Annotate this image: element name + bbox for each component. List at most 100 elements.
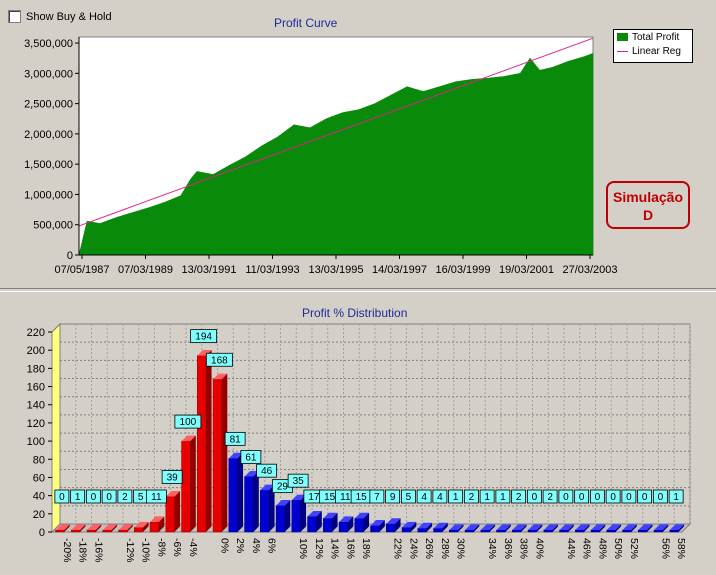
legend-item-total-profit: Total Profit xyxy=(614,30,692,44)
bar-side xyxy=(284,500,291,532)
bar-side xyxy=(221,373,228,532)
bar-front xyxy=(527,529,537,533)
bar-front xyxy=(149,521,159,533)
bar xyxy=(181,435,196,533)
bar-front xyxy=(606,529,616,533)
bar-side xyxy=(253,470,259,532)
bar-front xyxy=(228,458,238,533)
x-tick-label: 14/03/1997 xyxy=(372,264,427,276)
data-label: 1 xyxy=(453,492,459,503)
x-tick-label: 07/05/1987 xyxy=(54,264,109,276)
x-tick-label: 12% xyxy=(313,538,325,559)
bar-front xyxy=(134,527,144,533)
bar-front xyxy=(590,529,600,533)
x-tick-label: 28% xyxy=(439,538,451,559)
legend-total-label: Total Profit xyxy=(632,31,680,43)
legend-reg-label: Linear Reg xyxy=(632,45,681,57)
y-tick-label: 180 xyxy=(27,363,45,375)
bar-front xyxy=(275,505,285,533)
data-label: 11 xyxy=(151,492,162,503)
data-label: 0 xyxy=(610,492,616,503)
x-tick-label: 34% xyxy=(486,538,498,559)
stamp-line-2: D xyxy=(642,207,654,223)
bar-front xyxy=(260,489,270,533)
profit-curve-legend: Total Profit Linear Reg xyxy=(613,29,693,63)
y-tick-label: 120 xyxy=(27,418,45,430)
y-tick-label: 40 xyxy=(33,491,45,503)
data-label: 46 xyxy=(261,466,273,477)
profit-curve-panel: Show Buy & Hold Profit Curve 0 500,000 1,0… xyxy=(0,0,716,288)
x-tick-label: 48% xyxy=(596,538,608,559)
bar xyxy=(197,350,212,533)
data-label: 0 xyxy=(595,492,601,503)
data-label: 9 xyxy=(390,492,396,503)
data-label: 17 xyxy=(308,492,320,503)
bar-side xyxy=(237,452,244,532)
y-tick-label: 0 xyxy=(39,527,45,539)
linear-reg-swatch xyxy=(617,50,628,52)
bar-front xyxy=(291,499,301,533)
bar-front xyxy=(653,529,663,533)
y-tick-label: 0 xyxy=(67,250,73,262)
y-tick-label: 1,000,000 xyxy=(24,189,73,201)
total-profit-swatch xyxy=(617,33,628,41)
y-tick-label: 20 xyxy=(33,509,45,521)
x-tick-label: 13/03/1995 xyxy=(308,264,363,276)
y-tick-label: 2,500,000 xyxy=(24,99,73,111)
bar-front xyxy=(197,355,207,533)
data-label: 194 xyxy=(195,332,212,343)
data-label: 0 xyxy=(106,492,112,503)
bar xyxy=(212,373,228,533)
x-tick-label: 50% xyxy=(612,538,624,559)
bar-front xyxy=(464,529,474,533)
data-label: 61 xyxy=(245,453,257,464)
x-tick-label: 11/03/1993 xyxy=(245,264,299,276)
x-tick-label: -10% xyxy=(140,538,152,563)
data-label: 2 xyxy=(469,492,475,503)
x-tick-label: 16% xyxy=(344,538,356,559)
bar-front xyxy=(401,527,411,533)
bar-front xyxy=(102,529,112,533)
x-tick-label: -16% xyxy=(92,538,104,563)
bar-front xyxy=(512,529,522,533)
x-tick-label: 52% xyxy=(628,538,640,559)
x-tick-label: 6% xyxy=(266,538,278,553)
bar-front xyxy=(370,525,380,533)
data-label: 0 xyxy=(563,492,569,503)
data-label: 1 xyxy=(484,492,490,503)
data-label: 2 xyxy=(547,492,553,503)
x-tick-label: 44% xyxy=(565,538,577,559)
bar-front xyxy=(244,476,254,533)
y-tick-label: 60 xyxy=(33,472,45,484)
data-label: 0 xyxy=(59,492,65,503)
data-label: 15 xyxy=(324,492,336,503)
bar-front xyxy=(638,529,648,533)
bar-side xyxy=(174,490,181,532)
x-tick-label: 30% xyxy=(455,538,467,559)
bar xyxy=(165,490,181,533)
y-tick-label: 1,500,000 xyxy=(24,159,73,171)
data-label: 39 xyxy=(167,473,179,484)
x-tick-label: 16/03/1999 xyxy=(435,264,490,276)
bar-front xyxy=(165,496,175,533)
bar-front xyxy=(575,529,585,533)
bar-front xyxy=(181,440,191,533)
y-tick-label: 100 xyxy=(27,436,45,448)
x-tick-label: 22% xyxy=(392,538,404,559)
x-tick-label: -8% xyxy=(155,538,167,557)
x-tick-label: 4% xyxy=(250,538,262,553)
x-tick-label: 56% xyxy=(659,538,671,559)
x-tick-label: -20% xyxy=(61,538,73,563)
y-tick-label: 220 xyxy=(27,327,45,339)
y-tick-label: 200 xyxy=(27,345,45,357)
bar-side xyxy=(190,435,196,532)
data-label: 1 xyxy=(500,492,506,503)
data-label: 4 xyxy=(437,492,443,503)
x-tick-label: 24% xyxy=(407,538,419,559)
x-tick-label: 14% xyxy=(329,538,341,559)
y-tick-label: 3,500,000 xyxy=(24,38,73,50)
distribution-chart: 0204060801001201401601802002200 1 0 0 2 5 1139… xyxy=(27,322,692,563)
data-label: 35 xyxy=(293,476,305,487)
bar-front xyxy=(212,379,222,533)
data-label: 0 xyxy=(642,492,648,503)
